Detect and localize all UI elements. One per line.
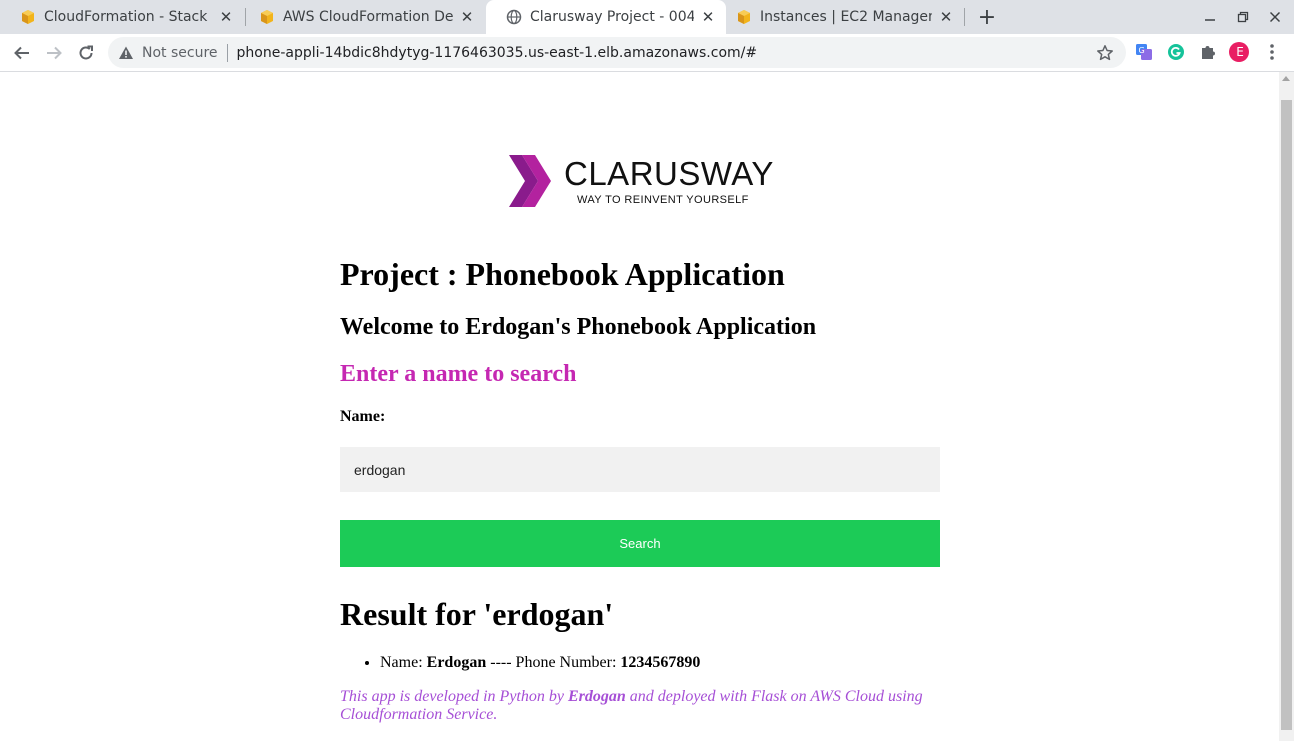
page-title: Project : Phonebook Application bbox=[340, 256, 785, 292]
aws-cube-icon bbox=[736, 9, 752, 25]
url-text[interactable]: phone-appli-14bdic8hdytyg-1176463035.us-… bbox=[237, 45, 758, 61]
welcome-heading: Welcome to Erdogan's Phonebook Applicati… bbox=[340, 314, 817, 340]
logo-wordmark: CLARUSWAY bbox=[564, 155, 774, 192]
logo-tagline: WAY TO REINVENT YOURSELF bbox=[577, 194, 749, 206]
close-icon[interactable]: ✕ bbox=[459, 8, 475, 26]
scrollbar-thumb[interactable] bbox=[1281, 100, 1292, 730]
chevron-logo-icon bbox=[509, 155, 551, 207]
profile-initial: E bbox=[1236, 45, 1244, 59]
back-arrow-icon[interactable] bbox=[10, 41, 34, 65]
name-search-input[interactable] bbox=[340, 447, 940, 492]
tab-title: Clarusway Project - 004 bbox=[530, 9, 694, 25]
google-translate-icon[interactable]: G bbox=[1134, 42, 1154, 62]
menu-dots-icon[interactable] bbox=[1262, 42, 1282, 62]
tab-aws-cloudformation-designer[interactable]: AWS CloudFormation Des ✕ bbox=[239, 0, 485, 34]
result-separator: ---- Phone Number: bbox=[486, 654, 621, 671]
vertical-scrollbar[interactable] bbox=[1279, 72, 1294, 741]
new-tab-button[interactable]: + bbox=[975, 5, 999, 30]
tab-divider bbox=[964, 8, 965, 26]
tab-title: Instances | EC2 Manageme bbox=[760, 9, 932, 25]
clarusway-logo: CLARUSWAY WAY TO REINVENT YOURSELF bbox=[508, 153, 774, 209]
search-button[interactable]: Search bbox=[340, 520, 940, 567]
extensions-puzzle-icon[interactable] bbox=[1198, 42, 1218, 62]
svg-text:G: G bbox=[1139, 46, 1145, 55]
minimize-icon[interactable] bbox=[1200, 7, 1220, 27]
address-divider bbox=[226, 43, 228, 62]
aws-cube-icon bbox=[259, 9, 275, 25]
aws-cube-icon bbox=[20, 9, 36, 25]
grammarly-icon[interactable] bbox=[1166, 42, 1186, 62]
result-phone: 1234567890 bbox=[620, 654, 701, 671]
close-icon[interactable]: ✕ bbox=[700, 8, 716, 26]
tab-title: AWS CloudFormation Des bbox=[283, 9, 453, 25]
result-list-item: Name: Erdogan ---- Phone Number: 1234567… bbox=[380, 654, 700, 672]
reload-icon[interactable] bbox=[74, 41, 98, 65]
tab-ec2-instances[interactable]: Instances | EC2 Manageme ✕ bbox=[716, 0, 964, 34]
security-status-label[interactable]: Not secure bbox=[142, 45, 218, 61]
forward-arrow-icon[interactable] bbox=[42, 41, 66, 65]
profile-avatar[interactable]: E bbox=[1229, 42, 1249, 62]
address-bar[interactable]: Not secure phone-appli-14bdic8hdytyg-117… bbox=[108, 37, 1126, 68]
bookmark-star-icon[interactable] bbox=[1096, 44, 1114, 62]
result-heading: Result for 'erdogan' bbox=[340, 596, 614, 632]
globe-icon bbox=[506, 9, 522, 25]
result-name: Erdogan bbox=[426, 654, 487, 671]
tab-strip: CloudFormation - Stack pl ✕ AWS CloudFor… bbox=[0, 0, 1294, 34]
close-icon[interactable]: ✕ bbox=[938, 8, 954, 26]
tab-cloudformation-stack[interactable]: CloudFormation - Stack pl ✕ bbox=[0, 0, 244, 34]
warning-triangle-icon[interactable] bbox=[118, 45, 134, 61]
footer-note: This app is developed in Python by Erdog… bbox=[340, 688, 940, 724]
result-name-prefix: Name: bbox=[380, 654, 427, 671]
scroll-up-arrow-icon[interactable] bbox=[1282, 76, 1290, 81]
footer-author: Erdogan bbox=[567, 688, 626, 705]
tab-title: CloudFormation - Stack pl bbox=[44, 9, 212, 25]
result-list: Name: Erdogan ---- Phone Number: 1234567… bbox=[380, 654, 700, 672]
window-close-icon[interactable] bbox=[1265, 7, 1285, 27]
browser-toolbar: Not secure phone-appli-14bdic8hdytyg-117… bbox=[0, 34, 1294, 72]
restore-icon[interactable] bbox=[1233, 7, 1253, 27]
tab-clarusway-project[interactable]: Clarusway Project - 004 ✕ bbox=[486, 0, 726, 34]
name-label: Name: bbox=[340, 408, 386, 425]
footer-text-before: This app is developed in Python by bbox=[340, 688, 568, 705]
close-icon[interactable]: ✕ bbox=[218, 8, 234, 26]
search-heading: Enter a name to search bbox=[340, 361, 577, 387]
